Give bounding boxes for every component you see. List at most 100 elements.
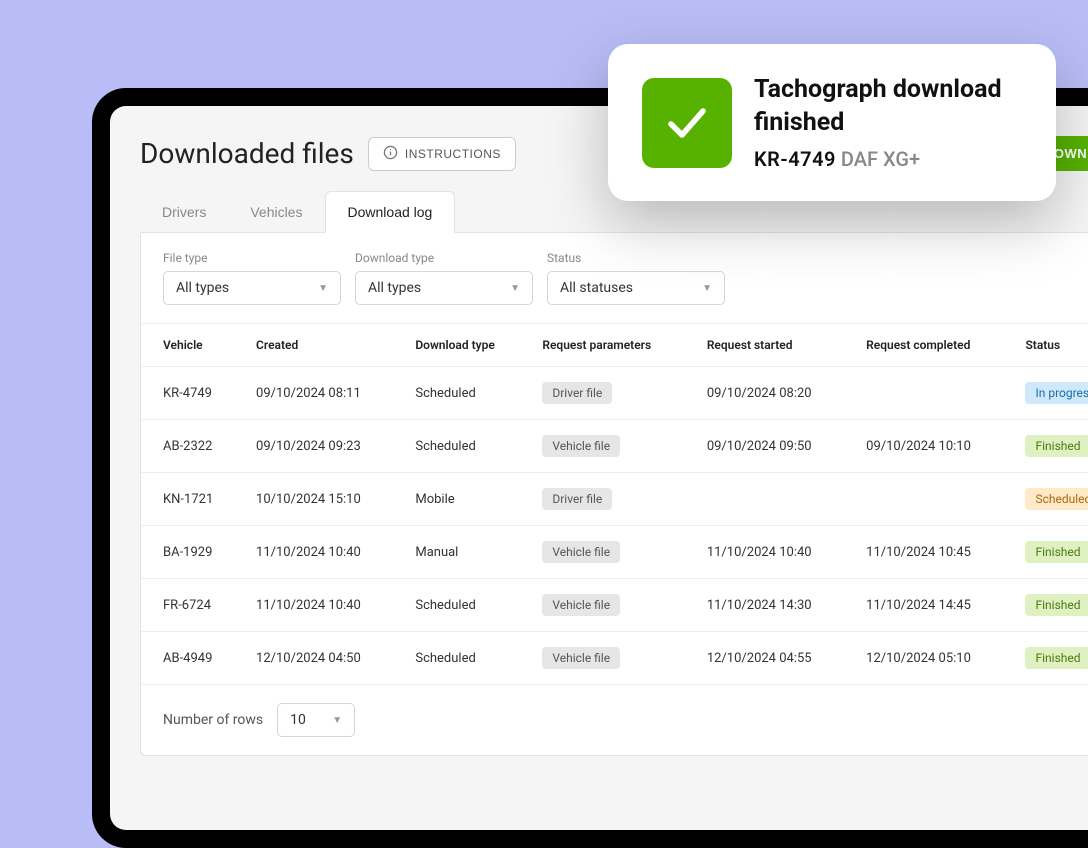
cell-vehicle: AB-4949 bbox=[141, 632, 246, 685]
cell-request-params: Vehicle file bbox=[532, 632, 696, 685]
notification-title: Tachograph download finished bbox=[754, 74, 1022, 139]
table-row[interactable]: AB-494912/10/2024 04:50Scheduled Vehicle … bbox=[141, 632, 1088, 685]
param-pill: Vehicle file bbox=[542, 541, 620, 563]
instructions-label: INSTRUCTIONS bbox=[405, 147, 501, 161]
cell-created: 11/10/2024 10:40 bbox=[246, 579, 405, 632]
cell-vehicle: AB-2322 bbox=[141, 420, 246, 473]
status-badge: Finished bbox=[1025, 435, 1088, 457]
page-header-left: Downloaded files INSTRUCTIONS bbox=[140, 137, 516, 171]
pagination-bar: Number of rows 10 ▼ bbox=[141, 685, 1088, 755]
column-header: Request started bbox=[697, 324, 856, 367]
chevron-down-icon: ▼ bbox=[318, 283, 328, 294]
cell-status: In progress bbox=[1015, 367, 1088, 420]
select-status[interactable]: All statuses ▼ bbox=[547, 271, 725, 305]
param-pill: Vehicle file bbox=[542, 435, 620, 457]
filter-status: Status All statuses ▼ bbox=[547, 251, 725, 305]
cell-created: 11/10/2024 10:40 bbox=[246, 526, 405, 579]
cell-status: Finished bbox=[1015, 632, 1088, 685]
cell-request-started: 09/10/2024 09:50 bbox=[697, 420, 856, 473]
cell-status: Scheduled bbox=[1015, 473, 1088, 526]
param-pill: Driver file bbox=[542, 488, 612, 510]
cell-request-started: 09/10/2024 08:20 bbox=[697, 367, 856, 420]
table-row[interactable]: BA-192911/10/2024 10:40ManualVehicle fil… bbox=[141, 526, 1088, 579]
cell-request-params: Driver file bbox=[532, 473, 696, 526]
tab-download-log[interactable]: Download log bbox=[325, 191, 456, 233]
notification-body: Tachograph download finished KR-4749 DAF… bbox=[754, 74, 1022, 171]
status-badge: Finished bbox=[1025, 647, 1088, 669]
filter-label-status: Status bbox=[547, 251, 725, 265]
pagination-label: Number of rows bbox=[163, 712, 263, 728]
status-badge: In progress bbox=[1025, 382, 1088, 404]
cell-download-type: Manual bbox=[405, 526, 532, 579]
select-download-type-value: All types bbox=[368, 280, 421, 296]
chevron-down-icon: ▼ bbox=[332, 715, 342, 726]
table-body: KR-474909/10/2024 08:11ScheduledDriver f… bbox=[141, 367, 1088, 685]
table-row[interactable]: KN-172110/10/2024 15:10MobileDriver file… bbox=[141, 473, 1088, 526]
cell-request-started: 11/10/2024 14:30 bbox=[697, 579, 856, 632]
status-badge: Scheduled bbox=[1025, 488, 1088, 510]
cell-download-type: Scheduled bbox=[405, 420, 532, 473]
column-header: Vehicle bbox=[141, 324, 246, 367]
cell-created: 09/10/2024 09:23 bbox=[246, 420, 405, 473]
column-header: Download type bbox=[405, 324, 532, 367]
cell-created: 12/10/2024 04:50 bbox=[246, 632, 405, 685]
cell-vehicle: KR-4749 bbox=[141, 367, 246, 420]
cell-request-started: 12/10/2024 04:55 bbox=[697, 632, 856, 685]
cell-request-started: 11/10/2024 10:40 bbox=[697, 526, 856, 579]
cell-download-type: Mobile bbox=[405, 473, 532, 526]
filter-label-file-type: File type bbox=[163, 251, 341, 265]
notification-toast: Tachograph download finished KR-4749 DAF… bbox=[608, 44, 1056, 201]
select-rows-per-page[interactable]: 10 ▼ bbox=[277, 703, 355, 737]
cell-status: Finished bbox=[1015, 526, 1088, 579]
app-screen: Downloaded files INSTRUCTIONS + DOWNLOAD… bbox=[110, 106, 1088, 830]
cell-vehicle: FR-6724 bbox=[141, 579, 246, 632]
select-rows-value: 10 bbox=[290, 712, 306, 728]
column-header: Created bbox=[246, 324, 405, 367]
cell-vehicle: BA-1929 bbox=[141, 526, 246, 579]
status-badge: Finished bbox=[1025, 541, 1088, 563]
info-icon bbox=[383, 145, 398, 163]
cell-vehicle: KN-1721 bbox=[141, 473, 246, 526]
cell-request-started bbox=[697, 473, 856, 526]
table-row[interactable]: AB-232209/10/2024 09:23Scheduled Vehicle … bbox=[141, 420, 1088, 473]
instructions-button[interactable]: INSTRUCTIONS bbox=[368, 137, 516, 171]
table-row[interactable]: FR-672411/10/2024 10:40ScheduledVehicle … bbox=[141, 579, 1088, 632]
filter-download-type: Download type All types ▼ bbox=[355, 251, 533, 305]
chevron-down-icon: ▼ bbox=[702, 283, 712, 294]
device-frame: Downloaded files INSTRUCTIONS + DOWNLOAD… bbox=[92, 88, 1088, 848]
cell-download-type: Scheduled bbox=[405, 632, 532, 685]
column-header: Status bbox=[1015, 324, 1088, 367]
cell-request-params: Vehicle file bbox=[532, 579, 696, 632]
column-header: Request completed bbox=[856, 324, 1015, 367]
cell-download-type: Scheduled bbox=[405, 367, 532, 420]
select-file-type[interactable]: All types ▼ bbox=[163, 271, 341, 305]
cell-request-params: Vehicle file bbox=[532, 420, 696, 473]
select-file-type-value: All types bbox=[176, 280, 229, 296]
column-header: Request parameters bbox=[532, 324, 696, 367]
select-status-value: All statuses bbox=[560, 280, 633, 296]
filter-file-type: File type All types ▼ bbox=[163, 251, 341, 305]
table-row[interactable]: KR-474909/10/2024 08:11ScheduledDriver f… bbox=[141, 367, 1088, 420]
cell-request-params: Vehicle file bbox=[532, 526, 696, 579]
status-badge: Finished bbox=[1025, 594, 1088, 616]
cell-request-params: Driver file bbox=[532, 367, 696, 420]
cell-request-completed bbox=[856, 367, 1015, 420]
cell-status: Finished bbox=[1015, 579, 1088, 632]
chevron-down-icon: ▼ bbox=[510, 283, 520, 294]
param-pill: Vehicle file bbox=[542, 594, 620, 616]
tab-vehicles[interactable]: Vehicles bbox=[228, 191, 324, 232]
cell-status: Finished bbox=[1015, 420, 1088, 473]
notification-plate: KR-4749 bbox=[754, 147, 836, 171]
page-title: Downloaded files bbox=[140, 137, 354, 170]
cell-request-completed: 09/10/2024 10:10 bbox=[856, 420, 1015, 473]
cell-request-completed: 11/10/2024 14:45 bbox=[856, 579, 1015, 632]
select-download-type[interactable]: All types ▼ bbox=[355, 271, 533, 305]
download-log-table: VehicleCreatedDownload typeRequest param… bbox=[141, 323, 1088, 685]
param-pill: Vehicle file bbox=[542, 647, 620, 669]
tab-drivers[interactable]: Drivers bbox=[140, 191, 228, 232]
download-log-panel: File type All types ▼ Download type All … bbox=[140, 233, 1088, 756]
cell-request-completed: 11/10/2024 10:45 bbox=[856, 526, 1015, 579]
filter-bar: File type All types ▼ Download type All … bbox=[141, 233, 1088, 323]
param-pill: Driver file bbox=[542, 382, 612, 404]
table-header-row: VehicleCreatedDownload typeRequest param… bbox=[141, 324, 1088, 367]
